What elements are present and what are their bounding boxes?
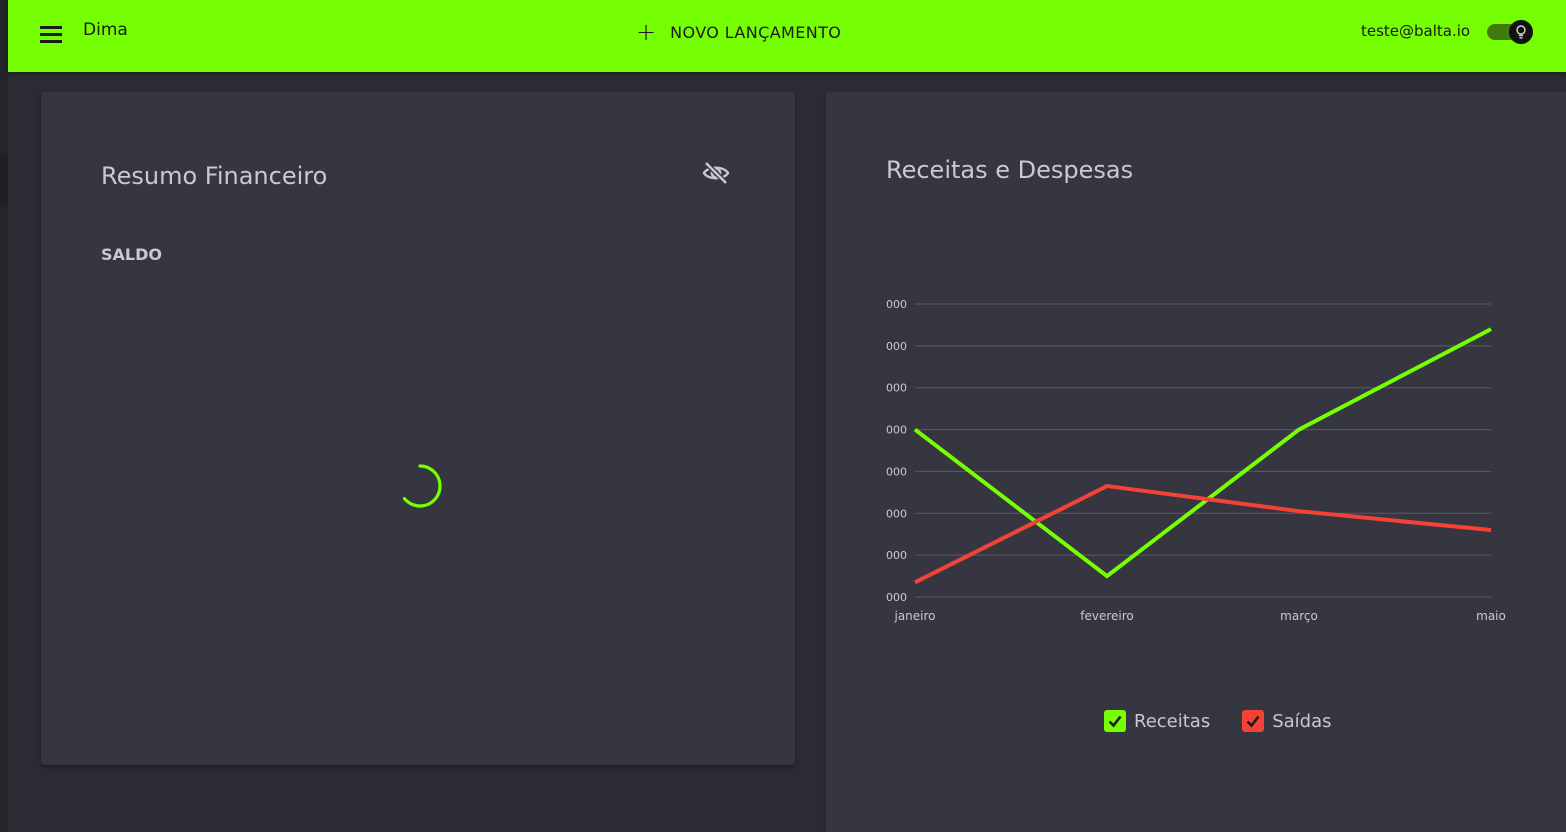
lightbulb-icon [1509,20,1533,44]
menu-button[interactable] [40,23,64,43]
new-entry-label: NOVO LANÇAMENTO [670,22,842,42]
series-line-2 [914,484,1492,585]
new-entry-button[interactable]: + NOVO LANÇAMENTO [628,14,849,50]
balance-label: SALDO [101,245,162,264]
y-tick-label: 000 [886,549,907,562]
eye-off-icon [702,161,730,185]
y-tick-label: 000 [886,382,907,395]
financial-summary-card: Resumo Financeiro SALDO [41,92,795,765]
y-tick-label: 000 [886,340,907,353]
x-tick-label: fevereiro [1080,609,1134,623]
x-tick-label: janeiro [893,609,935,623]
legend-item-2[interactable]: Saídas [1242,710,1332,732]
legend-label: Saídas [1272,710,1332,732]
side-drawer-edge [0,0,8,832]
menu-icon-bar [40,33,62,36]
menu-icon-bar [40,26,62,29]
loading-spinner [402,464,442,508]
menu-icon-bar [40,40,62,43]
y-tick-label: 000 [886,298,907,311]
theme-toggle[interactable] [1487,20,1533,44]
side-drawer-marker [0,155,8,205]
checkbox-checked-icon [1242,710,1265,732]
x-tick-label: março [1280,609,1318,623]
line-chart: 000 000 000 000 000 000 000 000 janeiro fevereiro… [886,298,1506,623]
y-tick-label: 000 [886,591,907,604]
app-title[interactable]: Dima [83,20,128,40]
summary-title: Resumo Financeiro [101,162,328,190]
legend-label: Receitas [1134,710,1211,732]
plus-icon: + [636,18,657,46]
user-email: teste@balta.io [1361,22,1471,40]
toggle-visibility-button[interactable] [699,156,733,190]
checkbox-checked-icon [1104,710,1126,732]
y-tick-label: 000 [886,507,907,520]
chart-legend: Receitas Saídas [1104,706,1364,736]
income-expenses-card: Receitas e Despesas 000 000 000 000 000 000 00… [826,92,1566,832]
y-tick-label: 000 [886,465,907,478]
x-tick-label: maio [1476,609,1506,623]
y-tick-label: 000 [886,424,907,437]
app-bar: Dima + NOVO LANÇAMENTO teste@balta.io [8,0,1566,72]
legend-item-1[interactable]: Receitas [1104,710,1210,732]
